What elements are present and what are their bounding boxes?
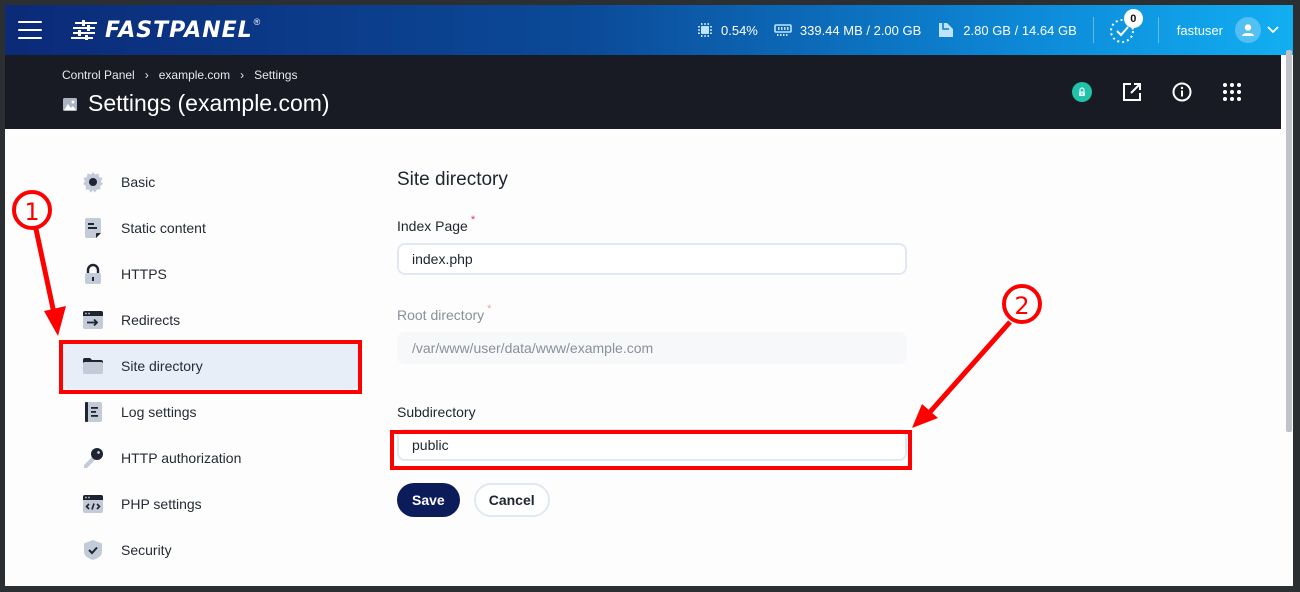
avatar[interactable] xyxy=(1235,17,1261,43)
log-icon xyxy=(82,401,104,423)
sidebar-item-http-authorization[interactable]: HTTP authorization xyxy=(60,435,360,481)
fastpanel-logo[interactable]: FASTPANEL ® xyxy=(71,16,260,44)
info-icon xyxy=(1172,82,1192,102)
logo-sliders-icon xyxy=(71,20,97,40)
settings-sidebar: Basic Static content HTTPS Redirects Sit… xyxy=(60,159,360,573)
tasks-count-badge: 0 xyxy=(1123,9,1143,28)
image-icon xyxy=(63,97,77,111)
index-page-label: Index Page * xyxy=(397,214,917,234)
hamburger-icon[interactable] xyxy=(18,21,42,39)
sidebar-item-label: PHP settings xyxy=(121,496,202,512)
top-bar: FASTPANEL ® 0.54% 339.44 MB / 2.00 GB 2.… xyxy=(5,5,1293,55)
app-window: FASTPANEL ® 0.54% 339.44 MB / 2.00 GB 2.… xyxy=(5,5,1293,586)
sidebar-item-label: Basic xyxy=(121,174,156,190)
root-directory-label-text: Root directory xyxy=(397,307,485,323)
breadcrumb-separator: › xyxy=(240,68,245,82)
root-directory-label: Root directory * xyxy=(397,303,917,323)
cpu-value: 0.54% xyxy=(721,22,758,38)
document-icon xyxy=(82,217,104,239)
sidebar-item-log-settings[interactable]: Log settings xyxy=(60,389,360,435)
root-directory-input xyxy=(397,332,907,364)
sidebar-item-label: Static content xyxy=(121,220,206,236)
sidebar-item-label: HTTP authorization xyxy=(121,450,242,466)
sidebar-item-redirects[interactable]: Redirects xyxy=(60,297,360,343)
page-title-text: Settings (example.com) xyxy=(88,90,330,116)
header-actions xyxy=(1057,55,1281,129)
key-icon xyxy=(82,447,104,469)
brand-registered: ® xyxy=(253,17,261,27)
index-page-input[interactable] xyxy=(397,243,907,275)
ram-value: 339.44 MB / 2.00 GB xyxy=(799,22,922,38)
sidebar-item-label: Site directory xyxy=(121,358,203,374)
gear-icon xyxy=(82,171,104,193)
disk-icon xyxy=(939,23,954,37)
index-page-field: Index Page * xyxy=(397,214,917,275)
external-link-icon xyxy=(1123,83,1141,101)
root-directory-field: Root directory * xyxy=(397,303,917,364)
sidebar-item-security[interactable]: Security xyxy=(60,527,360,573)
required-marker: * xyxy=(470,214,476,226)
sidebar-item-https[interactable]: HTTPS xyxy=(60,251,360,297)
ssl-lock-icon xyxy=(1072,82,1092,102)
sidebar-item-php-settings[interactable]: PHP settings xyxy=(60,481,360,527)
cpu-icon xyxy=(698,23,712,37)
page-title: Settings (example.com) xyxy=(62,90,330,117)
save-button[interactable]: Save xyxy=(397,483,460,517)
sidebar-item-label: Security xyxy=(121,542,172,558)
subdirectory-input[interactable] xyxy=(397,429,907,461)
subdirectory-label: Subdirectory xyxy=(397,404,917,420)
sidebar-item-site-directory[interactable]: Site directory xyxy=(60,343,360,389)
breadcrumb: Control Panel › example.com › Settings xyxy=(62,68,297,82)
breadcrumb-separator: › xyxy=(144,68,149,82)
subdirectory-label-text: Subdirectory xyxy=(397,404,476,420)
ram-icon xyxy=(774,24,792,36)
brand-name: FASTPANEL xyxy=(105,17,253,43)
username[interactable]: fastuser xyxy=(1177,23,1223,38)
server-stats: 0.54% 339.44 MB / 2.00 GB 2.80 GB / 14.6… xyxy=(697,5,1279,55)
site-directory-form: Site directory Index Page * Root directo… xyxy=(397,169,917,517)
breadcrumb-current: Settings xyxy=(254,68,298,82)
cpu-stat: 0.54% xyxy=(697,22,758,38)
breadcrumb-site[interactable]: example.com xyxy=(159,68,230,82)
sidebar-item-static-content[interactable]: Static content xyxy=(60,205,360,251)
cancel-button[interactable]: Cancel xyxy=(473,483,550,517)
shield-check-icon xyxy=(82,539,104,561)
open-site-button[interactable] xyxy=(1107,72,1157,112)
index-page-label-text: Index Page xyxy=(397,218,468,234)
sidebar-item-basic[interactable]: Basic xyxy=(60,159,360,205)
tasks-button[interactable]: 0 xyxy=(1108,9,1143,45)
apps-grid-icon xyxy=(1223,83,1241,101)
apps-button[interactable] xyxy=(1207,72,1257,112)
page-header: Control Panel › example.com › Settings S… xyxy=(5,55,1281,129)
sidebar-item-label: Log settings xyxy=(121,404,197,420)
user-icon xyxy=(1242,24,1254,36)
ssl-status-button[interactable] xyxy=(1057,72,1107,112)
sidebar-item-label: Redirects xyxy=(121,312,181,328)
breadcrumb-control-panel[interactable]: Control Panel xyxy=(62,68,135,82)
chevron-down-icon[interactable] xyxy=(1267,26,1279,34)
lock-icon xyxy=(82,263,104,285)
form-actions: Save Cancel xyxy=(397,483,917,517)
disk-value: 2.80 GB / 14.64 GB xyxy=(963,22,1077,38)
section-title: Site directory xyxy=(397,169,508,190)
divider xyxy=(1157,17,1159,43)
code-icon xyxy=(82,493,104,515)
required-marker: * xyxy=(487,303,492,315)
divider xyxy=(1092,17,1094,43)
ram-stat: 339.44 MB / 2.00 GB xyxy=(774,23,921,38)
sidebar-item-label: HTTPS xyxy=(121,266,167,282)
disk-stat: 2.80 GB / 14.64 GB xyxy=(937,21,1077,39)
info-button[interactable] xyxy=(1157,72,1207,112)
subdirectory-field: Subdirectory xyxy=(397,404,917,461)
scrollbar-thumb[interactable] xyxy=(1286,50,1292,432)
folder-icon xyxy=(82,355,104,377)
redirect-icon xyxy=(82,309,104,331)
